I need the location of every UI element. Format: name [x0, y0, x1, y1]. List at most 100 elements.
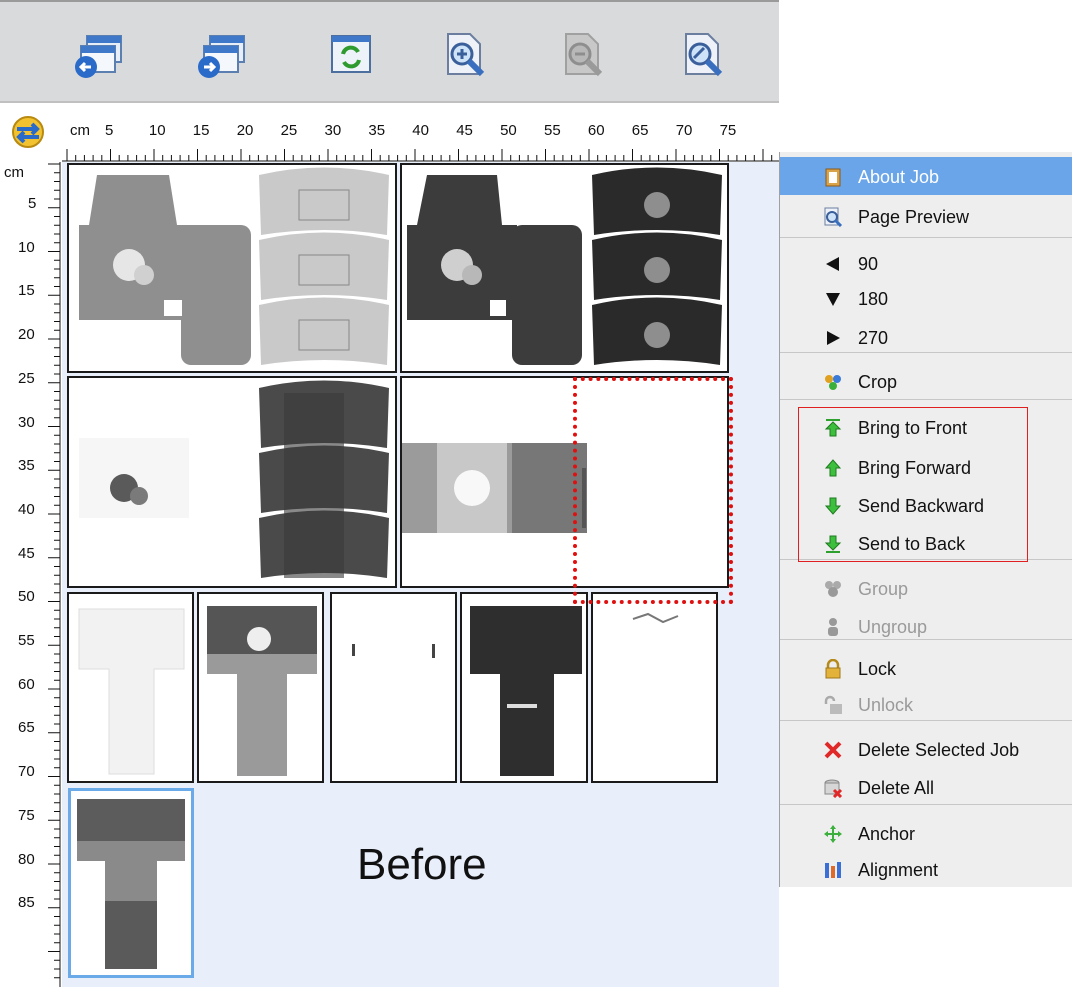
menu-item-page-preview[interactable]: Page Preview — [780, 197, 1072, 235]
ruler-label: 5 — [28, 195, 37, 212]
ruler-label: 10 — [18, 238, 35, 256]
ruler-label: 10 — [148, 122, 166, 139]
menu-item-delete-selected-job[interactable]: Delete Selected Job — [780, 730, 1072, 768]
ruler-label: 45 — [18, 544, 35, 562]
menu-item-label: Page Preview — [858, 207, 970, 227]
menu-item-anchor[interactable]: Anchor — [780, 814, 1072, 852]
lock-icon — [823, 659, 843, 679]
unlock-icon — [823, 695, 843, 715]
empty-slot-highlight — [573, 377, 733, 604]
horizontal-ruler: cm 5 10 15 20 25 30 35 40 45 50 55 60 65 70 75 — [62, 105, 779, 162]
ruler-label: 45 — [456, 122, 473, 139]
menu-item-label: Unlock — [858, 695, 914, 715]
ruler-label: 55 — [18, 632, 35, 649]
menu-item-about-job[interactable]: About Job — [780, 157, 1072, 195]
job-thumbnail-7[interactable] — [330, 592, 457, 783]
menu-separator — [780, 399, 1072, 400]
menu-item-crop[interactable]: Crop — [780, 362, 1072, 400]
packaging-die-cut-preview — [632, 612, 679, 624]
ruler-label: 20 — [236, 122, 254, 139]
anchor-move-icon — [823, 824, 843, 844]
menu-separator — [780, 639, 1072, 640]
toolbar — [0, 0, 779, 103]
menu-separator — [780, 720, 1072, 721]
ruler-label: 70 — [18, 763, 35, 781]
zoom-fit-icon — [685, 33, 723, 77]
packaging-die-cut-preview — [352, 644, 435, 658]
ruler-label: 50 — [500, 122, 517, 139]
ungroup-icon — [823, 617, 843, 637]
menu-separator — [780, 804, 1072, 805]
job-thumbnail-8[interactable] — [460, 592, 588, 783]
menu-item-lock[interactable]: Lock — [780, 649, 1072, 687]
ruler-label: 75 — [719, 122, 737, 139]
ruler-label: 25 — [280, 122, 298, 139]
packaging-die-cut-preview — [78, 608, 185, 775]
delete-all-icon — [823, 778, 843, 798]
ruler-label: 55 — [544, 122, 561, 139]
ruler-unit-label-vertical: cm — [4, 164, 24, 181]
ruler-label: 60 — [587, 122, 605, 139]
alignment-icon — [823, 860, 843, 880]
menu-separator — [780, 237, 1072, 238]
zoom-out-button[interactable] — [560, 30, 610, 80]
job-thumbnail-9[interactable] — [591, 592, 718, 783]
ruler-label: 85 — [18, 894, 35, 912]
ruler-label: 80 — [18, 850, 35, 868]
menu-item-label: 270 — [858, 328, 889, 348]
menu-item-delete-all[interactable]: Delete All — [780, 768, 1072, 806]
delete-x-icon — [823, 740, 843, 760]
ruler-label: 15 — [192, 122, 210, 139]
packaging-die-cut-preview — [207, 606, 317, 776]
job-thumbnail-1[interactable] — [67, 163, 397, 373]
ruler-label: 35 — [18, 457, 35, 475]
menu-item-label: Ungroup — [858, 617, 928, 637]
job-thumbnail-6[interactable] — [197, 592, 324, 783]
swap-orientation-icon[interactable] — [0, 105, 62, 162]
menu-item-unlock[interactable]: Unlock — [780, 685, 1072, 723]
ruler-label: 75 — [18, 806, 35, 824]
menu-item-label: Delete All — [858, 778, 935, 798]
refresh-icon — [331, 35, 371, 73]
arrow-right-icon — [823, 328, 843, 348]
menu-item-label: About Job — [858, 167, 940, 187]
ruler-label: 50 — [18, 588, 35, 606]
ruler-label: 5 — [105, 122, 114, 139]
refresh-button[interactable] — [328, 30, 378, 80]
before-caption: Before — [357, 840, 487, 889]
menu-item-90[interactable]: 90 — [780, 244, 1072, 282]
menu-item-group[interactable]: Group — [780, 569, 1072, 607]
window-arrow-left-icon — [75, 35, 122, 78]
job-thumbnail-2[interactable] — [400, 163, 729, 373]
menu-item-label: Anchor — [858, 824, 916, 844]
ruler-label: 20 — [18, 326, 35, 344]
ruler-label: 40 — [412, 122, 429, 139]
menu-item-270[interactable]: 270 — [780, 318, 1072, 356]
menu-item-alignment[interactable]: Alignment — [780, 850, 1072, 888]
ruler-unit-label: cm — [70, 122, 90, 139]
packaging-die-cut-preview — [77, 799, 185, 969]
ruler-label: 70 — [675, 122, 693, 139]
ruler-label: 60 — [18, 675, 35, 693]
packaging-die-cut-preview — [79, 167, 389, 365]
menu-item-label: Alignment — [858, 860, 939, 880]
job-thumbnail-10-selected[interactable] — [68, 788, 194, 978]
menu-separator — [780, 352, 1072, 353]
packaging-die-cut-preview — [79, 380, 389, 578]
packaging-die-cut-preview — [470, 606, 582, 776]
zoom-out-icon — [565, 33, 603, 77]
job-thumbnail-3[interactable] — [67, 376, 397, 588]
clipboard-icon — [823, 167, 843, 187]
import-job-button[interactable] — [75, 30, 125, 80]
menu-item-180[interactable]: 180 — [780, 279, 1072, 317]
export-job-button[interactable] — [198, 30, 248, 80]
ruler-label: 30 — [324, 122, 342, 139]
window-arrow-right-icon — [198, 35, 245, 78]
arrow-left-icon — [823, 254, 843, 274]
zoom-fit-button[interactable] — [680, 30, 730, 80]
zoom-in-button[interactable] — [442, 30, 492, 80]
job-thumbnail-5[interactable] — [67, 592, 194, 783]
ruler-label: 35 — [368, 122, 386, 139]
ruler-corner — [0, 105, 62, 162]
horizontal-ruler-ticks — [62, 149, 779, 162]
